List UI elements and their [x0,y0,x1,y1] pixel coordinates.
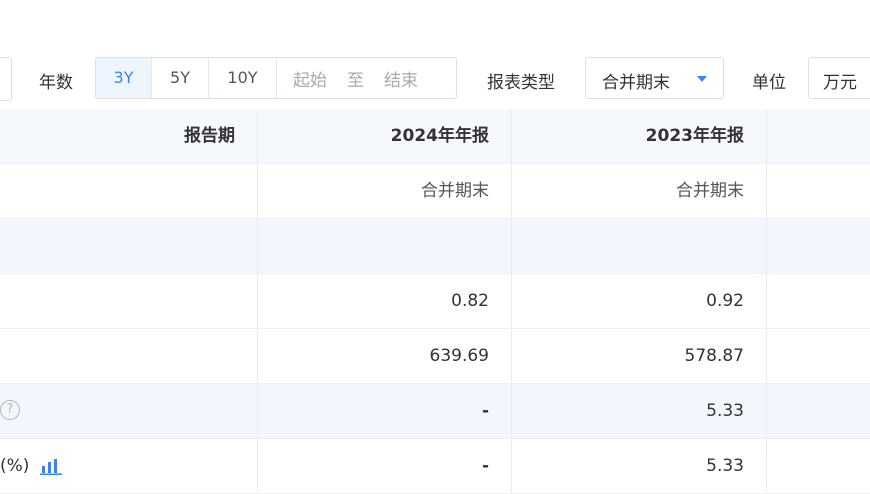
help-icon[interactable]: ? [0,400,20,420]
row-label: ? [0,384,258,438]
range-start-input[interactable]: 起始 [293,66,327,91]
range-to-label: 至 [347,70,364,91]
year-range-selector: 3Y 5Y 10Y 起始 至 结束 [95,57,457,99]
table-cell: 5.33 [512,384,767,438]
table-row: ? - 5.33 [0,384,870,439]
custom-range-picker[interactable]: 起始 至 结束 [277,58,438,98]
years-label: 年数 [39,73,73,93]
table-cell: - [258,439,512,493]
period-header-2024[interactable]: 2024年年报 [258,109,512,163]
unit-select[interactable]: 万元 [808,57,870,99]
report-type-label: 报表类型 [487,73,555,93]
report-period-header: 报告期 [0,109,258,163]
table-row [0,219,870,274]
range-end-input[interactable]: 结束 [384,66,418,91]
report-type-2023: 合并期末 [512,164,767,218]
report-type-2024: 合并期末 [258,164,512,218]
row-label [0,219,258,273]
search-input[interactable] [0,57,12,101]
table-header-row: 报告期 2024年年报 2023年年报 [0,109,870,164]
table-cell [512,219,767,273]
table-cell [258,219,512,273]
unit-value: 万元 [823,73,857,93]
table-cell: 0.92 [512,274,767,328]
table-row: 0.82 0.92 [0,274,870,329]
period-header-2023[interactable]: 2023年年报 [512,109,767,163]
table-cell: 639.69 [258,329,512,383]
year-option-3y[interactable]: 3Y [96,58,152,98]
report-type-value: 合并期末 [602,73,670,93]
table-cell: - [258,384,512,438]
row-label [0,164,258,218]
table-row: (%) - 5.33 [0,439,870,494]
row-label [0,274,258,328]
year-option-10y[interactable]: 10Y [209,58,277,98]
table-cell: 5.33 [512,439,767,493]
report-type-select[interactable]: 合并期末 [585,57,724,99]
report-type-row: 合并期末 合并期末 [0,164,870,219]
caret-down-icon [697,76,707,82]
row-label: (%) [0,456,30,476]
table-cell: 0.82 [258,274,512,328]
financial-table: 报告期 2024年年报 2023年年报 合并期末 合并期末 0.82 0.92 … [0,109,870,494]
filter-bar: 年数 3Y 5Y 10Y 起始 至 结束 报表类型 合并期末 单位 万元 [0,57,870,101]
row-label [0,329,258,383]
year-option-5y[interactable]: 5Y [152,58,209,98]
unit-label: 单位 [752,73,786,93]
bar-chart-icon[interactable] [40,457,64,475]
row-label-cell: (%) [0,439,258,493]
table-row: 639.69 578.87 [0,329,870,384]
table-cell: 578.87 [512,329,767,383]
